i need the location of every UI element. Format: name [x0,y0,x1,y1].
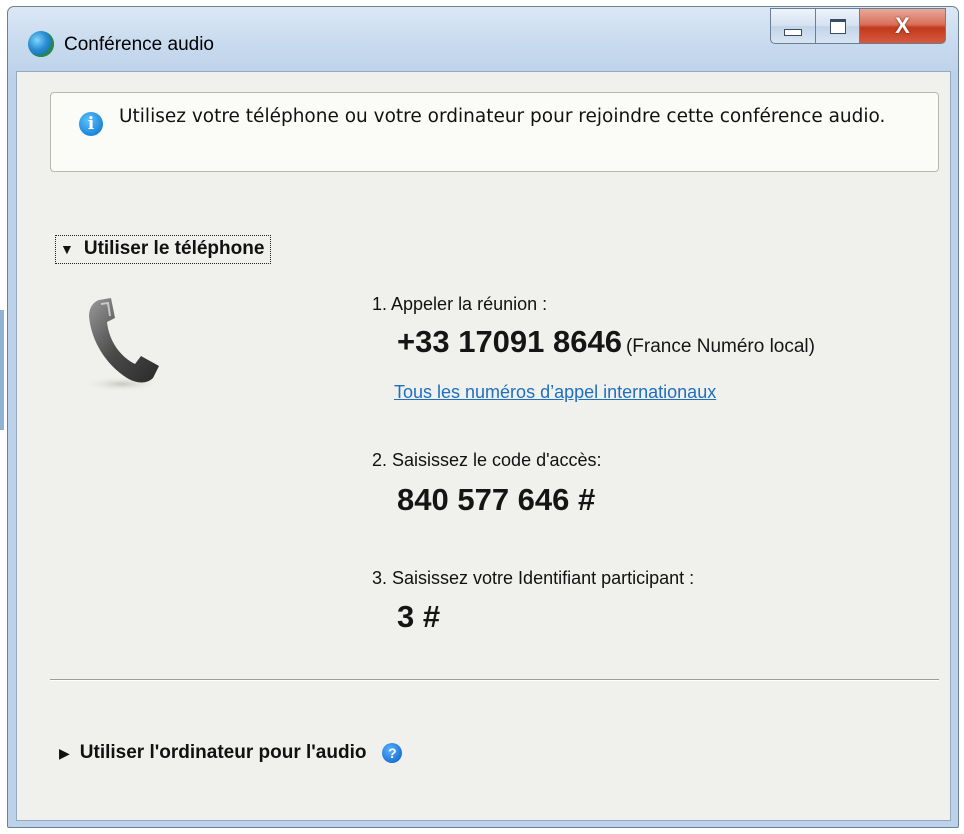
caption-buttons: X [770,8,946,46]
collapsed-arrow-icon: ▶ [59,744,70,761]
background-window-edge [0,310,4,430]
phone-number-note: (France Numéro local) [625,336,815,357]
close-button[interactable]: X [860,8,946,44]
dialog-content: i Utilisez votre téléphone ou votre ordi… [16,71,951,821]
use-computer-audio-label: Utiliser l'ordinateur pour l'audio [79,742,367,763]
minimize-button[interactable] [770,8,816,44]
conference-audio-window: Conférence audio X i Utilisez votre télé… [7,6,959,828]
window-title: Conférence audio [64,34,214,55]
info-message: Utilisez votre téléphone ou votre ordina… [119,106,886,127]
conference-phone-number: +33 17091 8646 (France Numéro local) [397,324,815,360]
app-globe-icon [28,31,54,57]
maximize-button[interactable] [816,8,860,44]
minimize-icon [784,28,802,36]
info-banner: i Utilisez votre téléphone ou votre ordi… [50,92,939,172]
use-phone-toggle[interactable]: ▼ Utiliser le téléphone [55,235,272,264]
use-phone-label: Utiliser le téléphone [83,238,265,259]
title-bar[interactable]: Conférence audio X [8,7,958,77]
step-access-label: 2. Saisissez le code d'accès: [372,450,602,470]
step-call-label: 1. Appeler la réunion : [372,294,548,314]
international-numbers-link[interactable]: Tous les numéros d’appel internationaux [394,382,716,403]
phone-number-value: +33 17091 8646 [397,324,622,359]
section-divider [50,679,939,681]
help-icon[interactable]: ? [382,743,403,763]
maximize-icon [829,18,846,34]
participant-id-value: 3 # [397,599,441,634]
phone-handset-icon [82,298,162,392]
access-code-value: 840 577 646 # [397,482,596,517]
use-computer-audio-toggle[interactable]: ▶ Utiliser l'ordinateur pour l'audio ? [59,742,403,764]
step-participant-label: 3. Saisissez votre Identifiant participa… [372,568,695,588]
info-icon: i [79,112,103,136]
expanded-arrow-icon: ▼ [60,241,74,257]
close-icon: X [895,13,910,38]
